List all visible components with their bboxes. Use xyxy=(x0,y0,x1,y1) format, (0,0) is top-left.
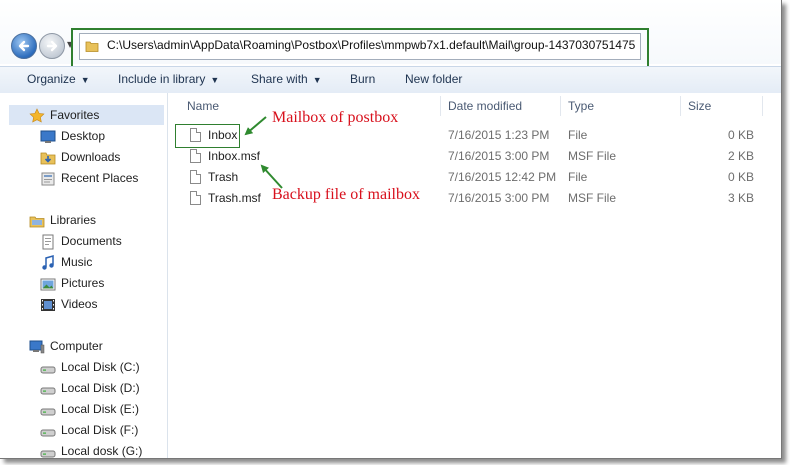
include-in-library-label: Include in library xyxy=(118,72,206,86)
back-button[interactable] xyxy=(11,33,37,59)
column-divider[interactable] xyxy=(560,96,561,116)
file-size: 3 KB xyxy=(727,191,754,205)
disk-e-label: Local Disk (E:) xyxy=(61,402,140,416)
file-name: Trash.msf xyxy=(208,191,261,205)
desktop-icon xyxy=(40,130,56,143)
backup-annotation: Backup file of mailbox xyxy=(272,186,420,203)
burn-button[interactable]: Burn xyxy=(350,72,375,86)
favorites-label: Favorites xyxy=(50,108,100,122)
file-icon xyxy=(190,191,201,205)
file-row-trash-msf[interactable]: Trash.msf 7/16/2015 3:00 PM MSF File 3 K… xyxy=(168,189,781,210)
explorer-window: ▼ C:\Users\admin\AppData\Roaming\Postbox… xyxy=(0,0,782,459)
file-row-trash[interactable]: Trash 7/16/2015 12:42 PM File 0 KB xyxy=(168,168,781,189)
star-icon xyxy=(29,108,45,123)
file-icon xyxy=(190,149,201,163)
disk-c-label: Local Disk (C:) xyxy=(61,360,140,374)
file-type: File xyxy=(568,128,588,142)
drive-icon xyxy=(40,387,56,395)
file-name: Trash xyxy=(208,170,239,184)
file-size: 0 KB xyxy=(727,128,754,142)
command-toolbar: Organize ▼ Include in library ▼ Share with… xyxy=(0,66,781,94)
file-date: 7/16/2015 3:00 PM xyxy=(448,149,550,163)
file-type: MSF File xyxy=(568,149,616,163)
file-type: File xyxy=(568,170,588,184)
address-highlight-box xyxy=(71,28,649,68)
documents-icon xyxy=(42,234,54,250)
chevron-down-icon: ▼ xyxy=(210,75,220,85)
file-size: 0 KB xyxy=(727,170,754,184)
forward-arrow-icon xyxy=(46,40,58,52)
chevron-down-icon: ▼ xyxy=(80,75,90,85)
organize-menu[interactable]: Organize ▼ xyxy=(27,72,90,86)
libraries-icon xyxy=(29,216,45,228)
drive-icon xyxy=(40,429,56,437)
share-with-menu[interactable]: Share with ▼ xyxy=(251,72,322,86)
file-list: Name Date modified Type Size Inbox 7/16/… xyxy=(168,93,781,458)
column-divider[interactable] xyxy=(440,96,441,116)
share-with-label: Share with xyxy=(251,72,308,86)
pictures-label: Pictures xyxy=(61,276,105,290)
drive-icon xyxy=(40,408,56,416)
file-type: MSF File xyxy=(568,191,616,205)
computer-icon xyxy=(29,340,45,354)
inbox-highlight-box xyxy=(175,124,240,148)
downloads-icon xyxy=(40,152,56,165)
music-icon xyxy=(42,255,54,270)
computer-label: Computer xyxy=(50,339,103,353)
music-label: Music xyxy=(61,255,93,269)
recent-places-icon xyxy=(41,172,55,186)
file-date: 7/16/2015 1:23 PM xyxy=(448,128,550,142)
file-row-inbox[interactable]: Inbox 7/16/2015 1:23 PM File 0 KB xyxy=(168,126,781,147)
recent-places-label: Recent Places xyxy=(61,171,139,185)
chevron-down-icon: ▼ xyxy=(312,75,322,85)
column-header-date-modified[interactable]: Date modified xyxy=(448,99,522,113)
pictures-icon xyxy=(40,278,56,291)
drive-icon xyxy=(40,366,56,374)
organize-label: Organize xyxy=(27,72,76,86)
column-header-type[interactable]: Type xyxy=(568,99,594,113)
desktop-label: Desktop xyxy=(61,129,106,143)
file-size: 2 KB xyxy=(727,149,754,163)
column-header-name[interactable]: Name xyxy=(187,99,219,113)
file-row-inbox-msf[interactable]: Inbox.msf 7/16/2015 3:00 PM MSF File 2 K… xyxy=(168,147,781,168)
disk-g-label: Local dosk (G:) xyxy=(61,444,143,458)
disk-d-label: Local Disk (D:) xyxy=(61,381,140,395)
libraries-label: Libraries xyxy=(50,213,97,227)
downloads-label: Downloads xyxy=(61,150,121,164)
file-name: Inbox.msf xyxy=(208,149,261,163)
forward-button[interactable] xyxy=(39,33,65,59)
mailbox-annotation: Mailbox of postbox xyxy=(272,109,399,126)
back-arrow-icon xyxy=(18,40,30,52)
navigation-pane: Favorites Desktop Downloads Recent Place… xyxy=(0,93,168,458)
videos-label: Videos xyxy=(61,297,98,311)
column-divider[interactable] xyxy=(762,96,763,116)
new-folder-button[interactable]: New folder xyxy=(405,72,462,86)
file-icon xyxy=(190,170,201,184)
navigation-bar: ▼ C:\Users\admin\AppData\Roaming\Postbox… xyxy=(0,0,781,68)
drive-icon xyxy=(40,450,56,458)
column-divider[interactable] xyxy=(680,96,681,116)
disk-f-label: Local Disk (F:) xyxy=(61,423,139,437)
documents-label: Documents xyxy=(61,234,122,248)
column-header-size[interactable]: Size xyxy=(688,99,711,113)
file-date: 7/16/2015 12:42 PM xyxy=(448,170,557,184)
include-in-library-menu[interactable]: Include in library ▼ xyxy=(118,72,219,86)
file-date: 7/16/2015 3:00 PM xyxy=(448,191,550,205)
videos-icon xyxy=(41,299,55,311)
